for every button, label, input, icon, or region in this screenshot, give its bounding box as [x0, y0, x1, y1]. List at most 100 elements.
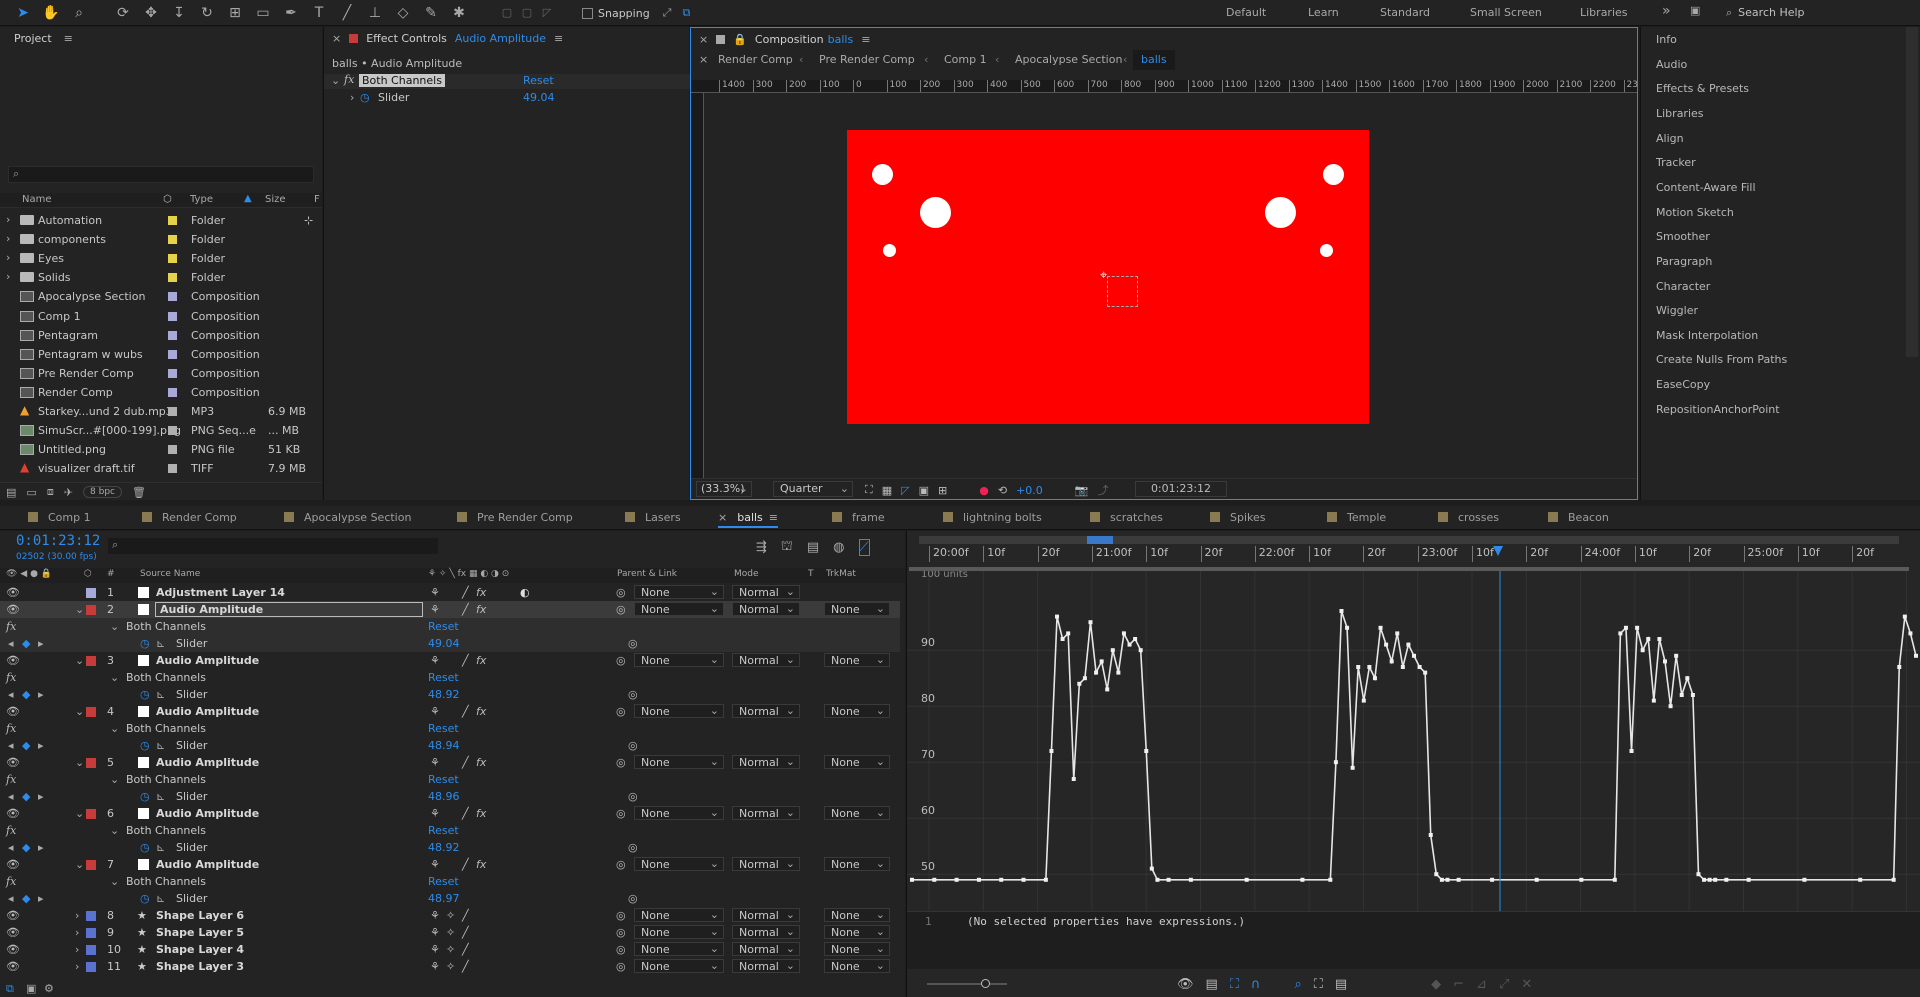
pickwhip-icon[interactable]: ◎: [616, 756, 626, 769]
world-axis-icon[interactable]: ▢: [520, 5, 534, 19]
effect-reset-link[interactable]: Reset: [428, 875, 459, 888]
close-icon[interactable]: ×: [718, 511, 727, 524]
slider-row[interactable]: ◂ ◆ ▸ ◷ ⊾ Slider 48.97 ◎: [0, 890, 900, 907]
timeline-tab[interactable]: Apocalypse Section: [284, 506, 411, 528]
layer-label-swatch[interactable]: [86, 588, 96, 598]
next-keyframe-icon[interactable]: ▸: [38, 739, 44, 752]
next-keyframe-icon[interactable]: ▸: [38, 892, 44, 905]
channel-icon[interactable]: ●: [979, 484, 989, 497]
graph-icon[interactable]: ⊾: [156, 739, 165, 752]
keyframe-point[interactable]: [1328, 877, 1333, 882]
effect-reset-link[interactable]: Reset: [428, 620, 459, 633]
disclosure-triangle-icon[interactable]: ⌄: [110, 671, 119, 684]
eye-icon[interactable]: 👁: [6, 807, 20, 820]
keyframe-point[interactable]: [1914, 653, 1918, 658]
keyframe-point[interactable]: [1439, 877, 1444, 882]
snapping-checkbox[interactable]: [582, 7, 593, 19]
project-item[interactable]: › Automation Folder: [0, 211, 320, 230]
shy-switch-icon[interactable]: ⚘: [430, 586, 440, 599]
mode-dropdown[interactable]: Normal ⌄: [732, 942, 800, 956]
project-settings-icon[interactable]: ✈: [64, 486, 73, 499]
prev-keyframe-icon[interactable]: ◂: [8, 688, 14, 701]
chevron-right-icon[interactable]: ›: [6, 232, 10, 245]
keyframe-point[interactable]: [954, 877, 959, 882]
disclosure-triangle-icon[interactable]: ⌄: [110, 824, 119, 837]
shy-switch-icon[interactable]: ⚘: [430, 909, 440, 922]
label-swatch[interactable]: [168, 292, 177, 302]
anchor-point-icon[interactable]: ⌖: [1100, 269, 1114, 283]
timeline-tab[interactable]: frame: [832, 506, 885, 528]
value-graph[interactable]: 90 80 70 60 50 100 units: [907, 571, 1920, 941]
keyframe-point[interactable]: [1802, 877, 1807, 882]
composition-name[interactable]: balls: [828, 33, 854, 46]
eye-icon[interactable]: 👁: [6, 926, 20, 939]
label-column-icon[interactable]: ⬡: [163, 194, 172, 205]
expression-pickwhip-icon[interactable]: ◎: [628, 841, 638, 854]
effect-name[interactable]: Both Channels: [126, 875, 206, 888]
shy-switch-icon[interactable]: ⚘: [430, 858, 440, 871]
comp-canvas[interactable]: ⌖: [847, 130, 1369, 424]
label-swatch[interactable]: [168, 445, 177, 455]
shy-switch-icon[interactable]: ⚘: [430, 807, 440, 820]
quality-switch-icon[interactable]: ╱: [462, 909, 469, 922]
mode-dropdown[interactable]: Normal ⌄: [732, 704, 800, 718]
label-swatch[interactable]: [168, 387, 177, 397]
panel-menu-icon[interactable]: ≡: [554, 32, 563, 45]
layer-label-swatch[interactable]: [86, 928, 96, 938]
eye-icon[interactable]: 👁: [6, 603, 20, 616]
expression-pickwhip-icon[interactable]: ◎: [628, 790, 638, 803]
panel-audio[interactable]: Audio: [1656, 58, 1687, 71]
quality-switch-icon[interactable]: ╱: [462, 654, 469, 667]
quality-switch-icon[interactable]: ╱: [462, 756, 469, 769]
prev-keyframe-icon[interactable]: ◂: [8, 841, 14, 854]
column-size[interactable]: Size: [265, 194, 286, 205]
layer-row[interactable]: 👁 › 9 ★ Shape Layer 5 ⚘ ✧ ╱ ◎ None ⌄ Normal ⌄ None ⌄: [0, 924, 900, 941]
search-help-input[interactable]: Search Help: [1738, 6, 1804, 19]
eye-icon[interactable]: 👁: [6, 858, 20, 871]
keyframe-point[interactable]: [1579, 877, 1584, 882]
graph-icon[interactable]: ⊾: [156, 688, 165, 701]
eye-icon[interactable]: 👁: [6, 586, 20, 599]
label-swatch[interactable]: [168, 254, 177, 264]
column-extra[interactable]: F: [314, 194, 320, 205]
timeline-tab[interactable]: lightning bolts: [943, 506, 1042, 528]
timeline-tab[interactable]: Render Comp: [142, 506, 237, 528]
stopwatch-icon[interactable]: ◷: [140, 841, 150, 854]
parent-dropdown[interactable]: None ⌄: [634, 925, 724, 939]
effect-name[interactable]: Both Channels: [126, 722, 206, 735]
zoom-slider-handle[interactable]: [981, 979, 990, 988]
collapse-switch-icon[interactable]: ✧: [446, 960, 455, 973]
zoom-slider[interactable]: [927, 983, 1007, 985]
effect-switch-icon[interactable]: fx: [476, 807, 486, 820]
layer-label-swatch[interactable]: [86, 758, 96, 768]
eraser-tool-icon[interactable]: ◇: [392, 2, 414, 24]
timeline-tab[interactable]: × balls ≡: [718, 506, 779, 528]
column-name[interactable]: Name: [22, 194, 52, 205]
keyframe-icon[interactable]: ◆: [22, 790, 30, 803]
project-item[interactable]: Apocalypse Section Composition: [0, 287, 320, 306]
toggle-inout-icon[interactable]: ⚙: [44, 982, 54, 995]
layer-row[interactable]: 👁 ⌄ 5 Audio Amplitude ⚘ ╱ fx ◎ None ⌄ Normal ⌄ None ⌄: [0, 754, 900, 771]
view-axis-icon[interactable]: ◸: [540, 5, 554, 19]
keyframe-point[interactable]: [1066, 631, 1071, 636]
effect-reset-link[interactable]: Reset: [523, 74, 554, 87]
keyframe-icon[interactable]: ◆: [22, 637, 30, 650]
label-swatch[interactable]: [168, 349, 177, 359]
source-name-header[interactable]: Source Name: [140, 569, 200, 579]
selection-tool-icon[interactable]: ➤: [12, 2, 34, 24]
keyframe-point[interactable]: [1434, 872, 1439, 877]
fx-icon[interactable]: fx: [6, 773, 16, 786]
brush-tool-icon[interactable]: ╱: [336, 2, 358, 24]
chevron-right-icon[interactable]: ›: [6, 251, 10, 264]
shy-switch-icon[interactable]: ⚘: [430, 926, 440, 939]
keyframe-point[interactable]: [1534, 877, 1539, 882]
next-keyframe-icon[interactable]: ▸: [38, 688, 44, 701]
keyframe-icon[interactable]: ◆: [22, 892, 30, 905]
mode-header[interactable]: Mode: [734, 569, 759, 579]
parent-dropdown[interactable]: None ⌄: [634, 755, 724, 769]
label-column-icon[interactable]: ⬡: [84, 569, 92, 579]
dolly-camera-icon[interactable]: ↧: [168, 2, 190, 24]
parent-dropdown[interactable]: None ⌄: [634, 942, 724, 956]
keyframe-point[interactable]: [1049, 749, 1054, 753]
effect-controls-layer[interactable]: Audio Amplitude: [455, 32, 546, 45]
